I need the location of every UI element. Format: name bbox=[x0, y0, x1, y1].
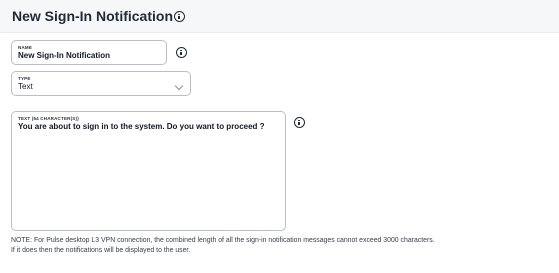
note-line-2: If it does then the notifications will b… bbox=[11, 247, 191, 254]
text-area-label: TEXT (64 CHARACTER(S)) bbox=[18, 116, 79, 121]
page-title: New Sign-In Notification bbox=[12, 8, 173, 24]
note-text: NOTE: For Pulse desktop L3 VPN connectio… bbox=[11, 236, 556, 256]
type-select-value: Text bbox=[18, 82, 33, 91]
type-select[interactable]: TYPE Text bbox=[11, 71, 191, 96]
type-select-label: TYPE bbox=[18, 76, 31, 81]
title-info-icon[interactable] bbox=[174, 11, 185, 22]
name-field-value[interactable]: New Sign-In Notification bbox=[18, 51, 160, 61]
text-area-field[interactable]: TEXT (64 CHARACTER(S)) You are about to … bbox=[11, 111, 286, 231]
text-info-icon[interactable] bbox=[294, 117, 305, 128]
text-area-value[interactable]: You are about to sign in to the system. … bbox=[18, 122, 279, 132]
page-header: New Sign-In Notification bbox=[0, 0, 559, 33]
note-line-1: NOTE: For Pulse desktop L3 VPN connectio… bbox=[11, 237, 435, 244]
name-field[interactable]: NAME New Sign-In Notification bbox=[11, 40, 167, 65]
name-field-label: NAME bbox=[18, 45, 33, 50]
name-info-icon[interactable] bbox=[176, 47, 187, 58]
